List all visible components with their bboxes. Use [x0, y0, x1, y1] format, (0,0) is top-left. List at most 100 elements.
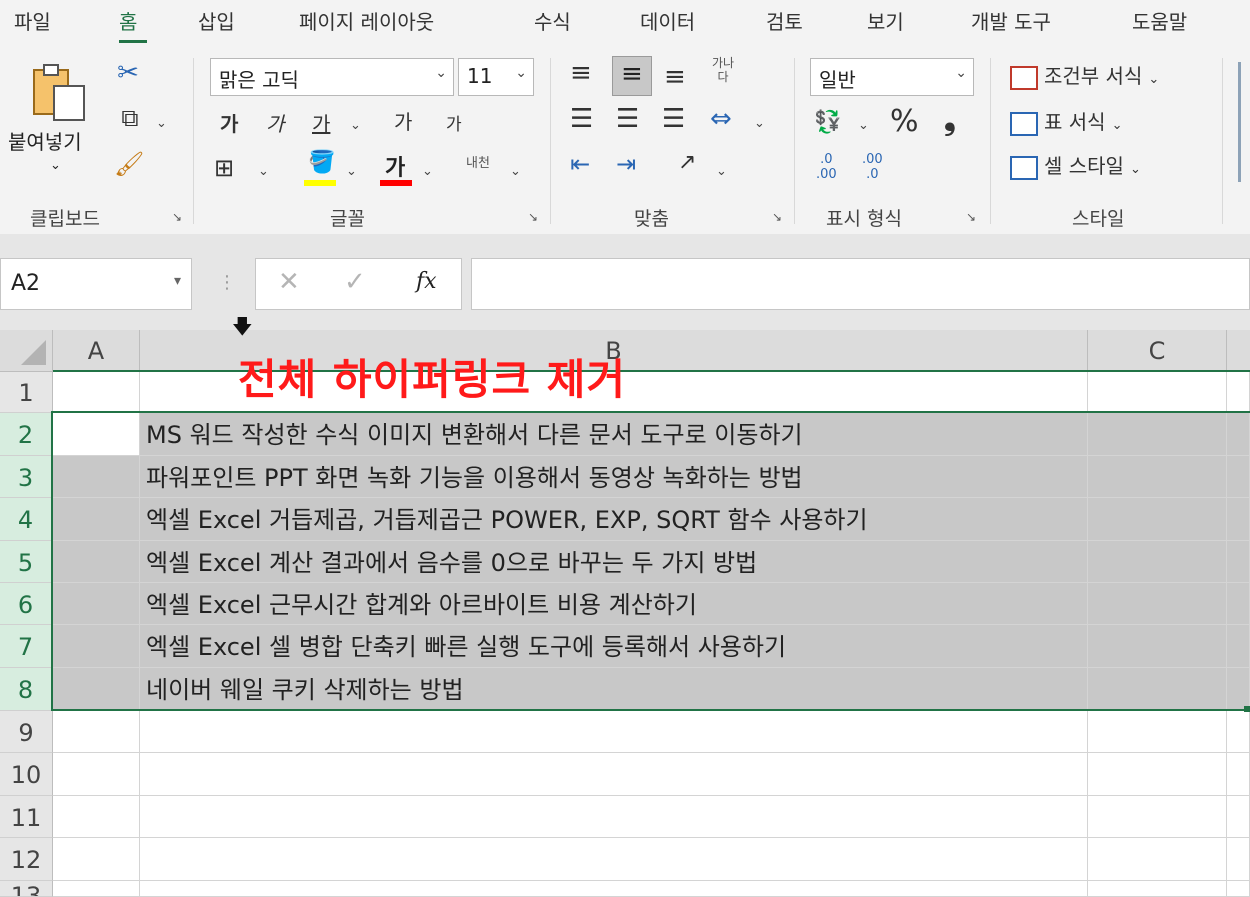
- column-header-d-partial[interactable]: [1227, 330, 1250, 371]
- cell-d13[interactable]: [1227, 881, 1250, 897]
- cell-d3[interactable]: [1227, 456, 1250, 498]
- borders-dropdown-chevron-icon[interactable]: ⌄: [258, 164, 269, 179]
- decrease-decimal-button[interactable]: .00 .0: [862, 152, 883, 182]
- cell-d11[interactable]: [1227, 796, 1250, 838]
- font-launcher-icon[interactable]: ↘: [528, 210, 541, 224]
- paste-button[interactable]: 붙여넣기 ⌄: [6, 60, 102, 190]
- fill-color-dropdown-chevron-icon[interactable]: ⌄: [346, 164, 357, 179]
- alignment-launcher-icon[interactable]: ↘: [772, 210, 785, 224]
- italic-button[interactable]: 가: [266, 108, 284, 137]
- cell-a2-active[interactable]: [53, 413, 140, 456]
- cell-a5[interactable]: [53, 541, 140, 583]
- font-size-dropdown[interactable]: 11 ⌄: [458, 58, 534, 96]
- enter-icon[interactable]: ✓: [344, 267, 366, 297]
- cell-c13[interactable]: [1088, 881, 1227, 897]
- cell-d5[interactable]: [1227, 541, 1250, 583]
- align-bottom-icon[interactable]: ≡: [664, 62, 686, 92]
- fill-handle[interactable]: [1244, 706, 1250, 712]
- row-header-9[interactable]: 9: [0, 711, 53, 753]
- cell-b12[interactable]: [140, 838, 1088, 881]
- row-header-3[interactable]: 3: [0, 456, 53, 498]
- increase-decimal-button[interactable]: .0 .00: [816, 152, 837, 182]
- accounting-format-icon[interactable]: 💱: [814, 110, 841, 135]
- underline-button[interactable]: 가: [312, 108, 330, 137]
- cell-c4[interactable]: [1088, 498, 1227, 541]
- decrease-indent-icon[interactable]: ⇤: [570, 150, 590, 178]
- borders-icon[interactable]: ⊞: [214, 154, 234, 182]
- row-header-5[interactable]: 5: [0, 541, 53, 583]
- align-middle-button[interactable]: ≡: [612, 56, 652, 96]
- tab-page-layout[interactable]: 페이지 레이아웃: [299, 6, 434, 35]
- column-header-a[interactable]: A: [53, 330, 140, 371]
- cell-d9[interactable]: [1227, 711, 1250, 753]
- tab-insert[interactable]: 삽입: [198, 6, 235, 35]
- cell-d8[interactable]: [1227, 668, 1250, 711]
- cell-c7[interactable]: [1088, 625, 1227, 668]
- phonetic-dropdown-chevron-icon[interactable]: ⌄: [510, 164, 521, 179]
- cell-b2-hyperlink[interactable]: MS 워드 작성한 수식 이미지 변환해서 다른 문서 도구로 이동하기: [140, 413, 1088, 456]
- select-all-corner[interactable]: [0, 330, 53, 371]
- phonetic-button[interactable]: 내천: [466, 152, 490, 171]
- tab-file[interactable]: 파일: [14, 6, 51, 35]
- cell-b4-hyperlink[interactable]: 엑셀 Excel 거듭제곱, 거듭제곱근 POWER, EXP, SQRT 함수…: [140, 498, 1088, 541]
- row-header-2[interactable]: 2: [0, 413, 53, 456]
- underline-dropdown-chevron-icon[interactable]: ⌄: [350, 118, 361, 133]
- cell-c3[interactable]: [1088, 456, 1227, 498]
- name-box-dropdown-icon[interactable]: ▾: [174, 273, 181, 289]
- align-center-icon[interactable]: ☰: [616, 104, 639, 134]
- copy-icon[interactable]: ⧉: [110, 104, 150, 132]
- row-header-10[interactable]: 10: [0, 753, 53, 796]
- row-header-12[interactable]: 12: [0, 838, 53, 881]
- cell-c9[interactable]: [1088, 711, 1227, 753]
- cell-a3[interactable]: [53, 456, 140, 498]
- cell-b11[interactable]: [140, 796, 1088, 838]
- cell-c2[interactable]: [1088, 413, 1227, 456]
- merge-dropdown-chevron-icon[interactable]: ⌄: [754, 116, 765, 131]
- cell-d10[interactable]: [1227, 753, 1250, 796]
- cell-c12[interactable]: [1088, 838, 1227, 881]
- cell-b7-hyperlink[interactable]: 엑셀 Excel 셀 병합 단축키 빠른 실행 도구에 등록해서 사용하기: [140, 625, 1088, 668]
- cell-d12[interactable]: [1227, 838, 1250, 881]
- name-box[interactable]: A2 ▾: [0, 258, 192, 310]
- cell-a13[interactable]: [53, 881, 140, 897]
- align-right-icon[interactable]: ☰: [662, 104, 685, 134]
- orientation-icon[interactable]: ↗: [678, 150, 696, 175]
- cell-a10[interactable]: [53, 753, 140, 796]
- format-as-table-button[interactable]: 표 서식 ⌄: [1010, 106, 1122, 136]
- row-header-4[interactable]: 4: [0, 498, 53, 541]
- insert-function-button[interactable]: fx: [416, 269, 437, 294]
- cell-a11[interactable]: [53, 796, 140, 838]
- cell-a8[interactable]: [53, 668, 140, 711]
- row-header-7[interactable]: 7: [0, 625, 53, 668]
- clipboard-launcher-icon[interactable]: ↘: [172, 210, 185, 224]
- cell-b5-hyperlink[interactable]: 엑셀 Excel 계산 결과에서 음수를 0으로 바꾸는 두 가지 방법: [140, 541, 1088, 583]
- formula-input[interactable]: [471, 258, 1250, 310]
- cell-d2[interactable]: [1227, 413, 1250, 456]
- cell-b3-hyperlink[interactable]: 파워포인트 PPT 화면 녹화 기능을 이용해서 동영상 녹화하는 방법: [140, 456, 1088, 498]
- fill-color-button[interactable]: 🪣: [304, 150, 338, 186]
- tab-developer[interactable]: 개발 도구: [971, 6, 1051, 35]
- paste-dropdown-chevron-icon[interactable]: ⌄: [50, 158, 61, 173]
- tab-formulas[interactable]: 수식: [534, 6, 571, 35]
- column-header-c[interactable]: C: [1088, 330, 1227, 371]
- cell-b13[interactable]: [140, 881, 1088, 897]
- cell-c1[interactable]: [1088, 372, 1227, 413]
- cell-a4[interactable]: [53, 498, 140, 541]
- cell-d7[interactable]: [1227, 625, 1250, 668]
- number-format-dropdown[interactable]: 일반 ⌄: [810, 58, 974, 96]
- percent-style-button[interactable]: %: [890, 104, 919, 139]
- grow-font-button[interactable]: 가: [394, 106, 412, 135]
- cell-d6[interactable]: [1227, 583, 1250, 625]
- cell-a9[interactable]: [53, 711, 140, 753]
- tab-data[interactable]: 데이터: [640, 6, 695, 35]
- cell-a1[interactable]: [53, 372, 140, 413]
- copy-dropdown-chevron-icon[interactable]: ⌄: [156, 116, 167, 131]
- row-header-6[interactable]: 6: [0, 583, 53, 625]
- tab-view[interactable]: 보기: [867, 6, 904, 35]
- bold-button[interactable]: 가: [220, 108, 238, 137]
- accounting-dropdown-chevron-icon[interactable]: ⌄: [858, 118, 869, 133]
- tab-home[interactable]: 홈: [119, 6, 137, 35]
- align-left-icon[interactable]: ☰: [570, 104, 593, 134]
- number-launcher-icon[interactable]: ↘: [966, 210, 979, 224]
- row-header-1[interactable]: 1: [0, 372, 53, 413]
